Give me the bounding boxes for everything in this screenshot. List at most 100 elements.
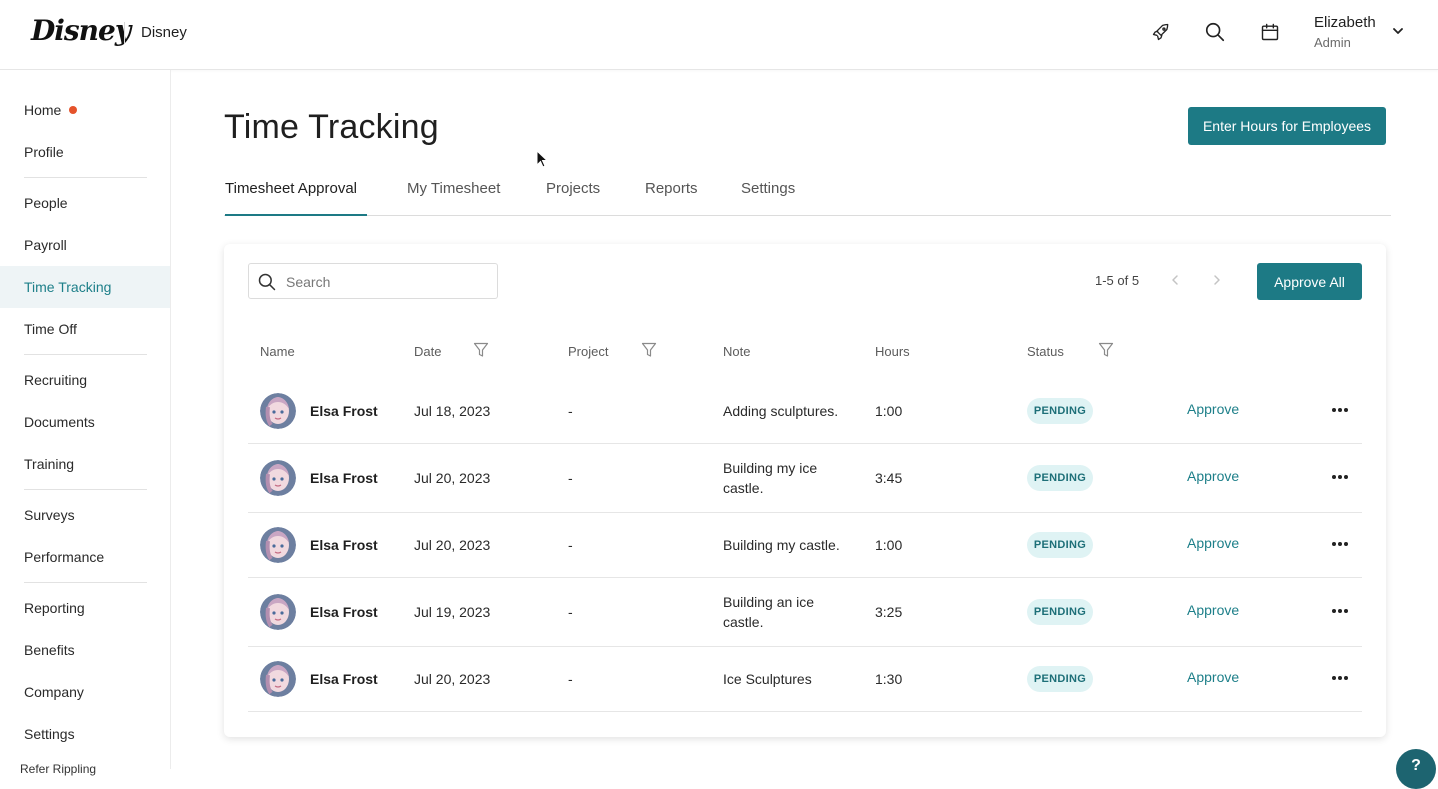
sidebar-item-home[interactable]: Home (0, 89, 170, 131)
sidebar-item-label: Payroll (24, 237, 67, 253)
tab-my-timesheet[interactable]: My Timesheet (407, 180, 500, 197)
sidebar-item-documents[interactable]: Documents (0, 401, 170, 443)
approve-link[interactable]: Approve (1187, 535, 1239, 551)
calendar-icon[interactable] (1258, 20, 1282, 44)
column-header-project[interactable]: Project (568, 344, 608, 359)
avatar (260, 661, 296, 697)
more-options-icon[interactable] (1330, 601, 1350, 621)
tab-settings[interactable]: Settings (741, 180, 795, 197)
avatar (260, 594, 296, 630)
status-badge: PENDING (1027, 599, 1093, 625)
sidebar-divider (24, 582, 147, 583)
tab-projects[interactable]: Projects (546, 180, 600, 197)
sidebar-item-settings[interactable]: Settings (0, 713, 170, 755)
company-name: Disney (141, 24, 187, 41)
employee-name: Elsa Frost (310, 671, 378, 687)
notification-dot (69, 106, 78, 114)
tab-timesheet-approval[interactable]: Timesheet Approval (225, 180, 357, 197)
company-logo[interactable]: Disney (31, 14, 131, 47)
table-row[interactable]: Elsa Frost Jul 20, 2023 - Building my ca… (248, 513, 1362, 578)
column-header-note[interactable]: Note (723, 344, 750, 359)
search-input[interactable] (286, 272, 486, 292)
rocket-icon[interactable] (1149, 20, 1173, 44)
employee-name: Elsa Frost (310, 403, 378, 419)
entry-hours: 1:30 (875, 671, 903, 687)
chevron-right-icon[interactable] (1209, 272, 1225, 288)
tab-bar: Timesheet Approval My Timesheet Projects… (224, 170, 1391, 216)
filter-icon[interactable] (1098, 342, 1114, 358)
employee-name: Elsa Frost (310, 470, 378, 486)
avatar (260, 527, 296, 563)
logo-divider (124, 22, 125, 44)
sidebar-item-time-off[interactable]: Time Off (0, 308, 170, 350)
sidebar-item-surveys[interactable]: Surveys (0, 494, 170, 536)
table-row[interactable]: Elsa Frost Jul 20, 2023 - Ice Sculptures… (248, 647, 1362, 712)
sidebar-item-label: Settings (24, 726, 75, 742)
search-icon[interactable] (1203, 20, 1227, 44)
entry-date: Jul 18, 2023 (414, 403, 491, 419)
sidebar-item-company[interactable]: Company (0, 671, 170, 713)
table-row[interactable]: Elsa Frost Jul 18, 2023 - Adding sculptu… (248, 377, 1362, 444)
pagination-count: 1-5 of 5 (1095, 273, 1140, 288)
table-row[interactable]: Elsa Frost Jul 20, 2023 - Building my ic… (248, 444, 1362, 513)
sidebar-item-benefits[interactable]: Benefits (0, 629, 170, 671)
table-row[interactable]: Elsa Frost Jul 19, 2023 - Building an ic… (248, 578, 1362, 647)
sidebar-item-refer[interactable]: Refer Rippling (20, 762, 96, 776)
chevron-left-icon[interactable] (1167, 272, 1183, 288)
avatar (260, 460, 296, 496)
more-options-icon[interactable] (1330, 534, 1350, 554)
avatar (260, 393, 296, 429)
search-box[interactable] (248, 263, 498, 299)
more-options-icon[interactable] (1330, 467, 1350, 487)
mouse-cursor-icon (536, 149, 549, 168)
entry-note: Ice Sculptures (723, 669, 812, 689)
sidebar-item-reporting[interactable]: Reporting (0, 587, 170, 629)
entry-note: Building an ice castle. (723, 592, 814, 632)
entry-project: - (568, 537, 573, 553)
sidebar-item-label: Recruiting (24, 372, 88, 388)
sidebar-item-payroll[interactable]: Payroll (0, 224, 170, 266)
column-header-name[interactable]: Name (260, 344, 295, 359)
approve-link[interactable]: Approve (1187, 401, 1239, 417)
entry-project: - (568, 604, 573, 620)
employee-name: Elsa Frost (310, 537, 378, 553)
note-line: Ice Sculptures (723, 671, 812, 687)
column-header-hours[interactable]: Hours (875, 344, 910, 359)
approve-link[interactable]: Approve (1187, 669, 1239, 685)
approve-all-button[interactable]: Approve All (1257, 263, 1362, 300)
enter-hours-button[interactable]: Enter Hours for Employees (1188, 107, 1386, 145)
sidebar-item-time-tracking[interactable]: Time Tracking (0, 266, 170, 308)
timesheet-table-card: 1-5 of 5 Approve All Name Date Project N… (224, 244, 1386, 737)
sidebar-item-label: Company (24, 684, 84, 700)
column-header-date[interactable]: Date (414, 344, 441, 359)
sidebar-divider (24, 354, 147, 355)
sidebar-item-label: People (24, 195, 68, 211)
approve-link[interactable]: Approve (1187, 602, 1239, 618)
sidebar-item-label: Benefits (24, 642, 75, 658)
chevron-down-icon[interactable] (1391, 24, 1405, 38)
user-name[interactable]: Elizabeth (1314, 14, 1376, 31)
entry-hours: 1:00 (875, 403, 903, 419)
sidebar-item-label: Time Off (24, 321, 77, 337)
column-header-status[interactable]: Status (1027, 344, 1064, 359)
filter-icon[interactable] (641, 342, 657, 358)
sidebar-item-recruiting[interactable]: Recruiting (0, 359, 170, 401)
more-options-icon[interactable] (1330, 400, 1350, 420)
entry-note: Building my ice castle. (723, 458, 817, 498)
help-button[interactable]: ? (1396, 749, 1436, 789)
note-line: Building my ice (723, 460, 818, 476)
more-options-icon[interactable] (1330, 668, 1350, 688)
sidebar-item-label: Surveys (24, 507, 75, 523)
status-badge: PENDING (1027, 532, 1093, 558)
sidebar-item-profile[interactable]: Profile (0, 131, 170, 173)
entry-date: Jul 20, 2023 (414, 671, 491, 687)
filter-icon[interactable] (473, 342, 489, 358)
sidebar-item-performance[interactable]: Performance (0, 536, 170, 578)
sidebar-item-training[interactable]: Training (0, 443, 170, 485)
search-icon (257, 272, 277, 292)
sidebar-item-people[interactable]: People (0, 182, 170, 224)
approve-link[interactable]: Approve (1187, 468, 1239, 484)
note-line: Building an ice (723, 594, 815, 610)
page-title: Time Tracking (224, 108, 439, 146)
tab-reports[interactable]: Reports (645, 180, 698, 197)
